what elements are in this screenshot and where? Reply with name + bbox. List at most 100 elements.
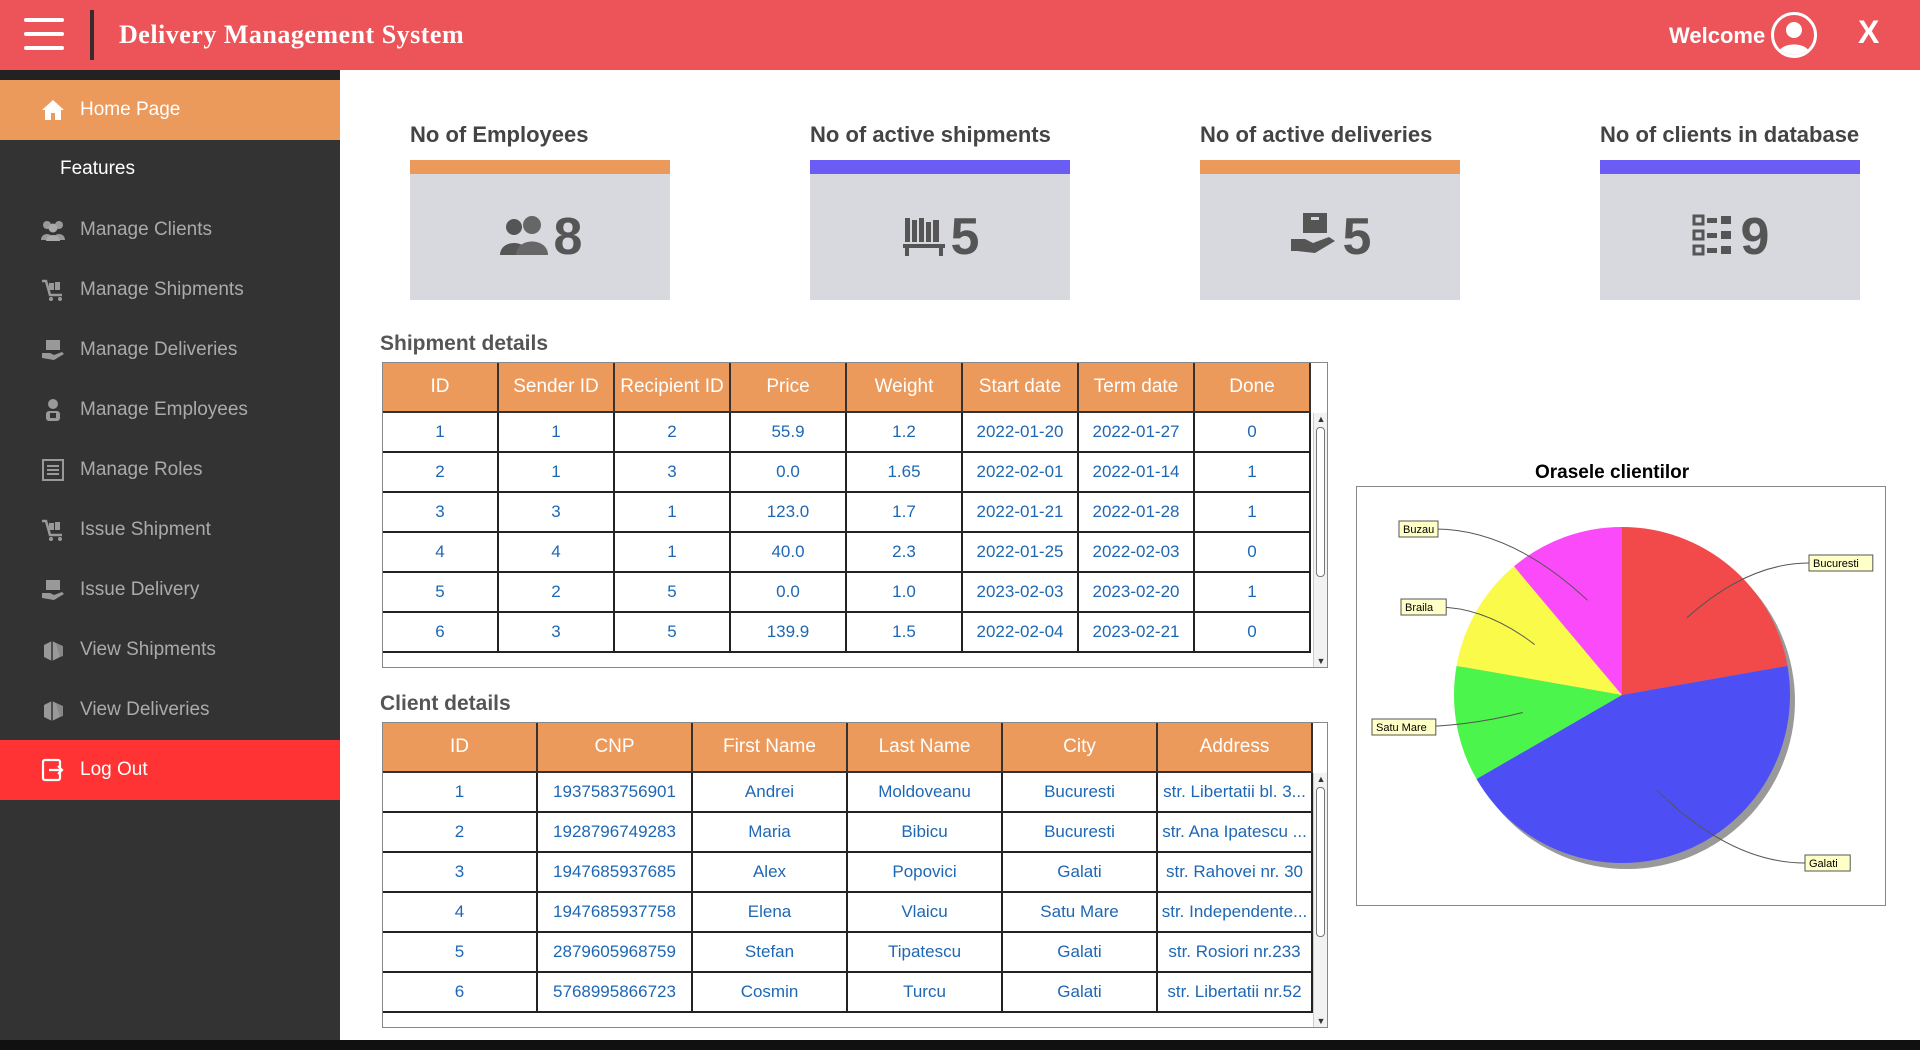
column-header[interactable]: Sender ID — [499, 363, 615, 413]
stat-bar — [1600, 160, 1860, 174]
stat-card-employees: 8 — [410, 160, 670, 300]
table-row[interactable]: 6 3 5 139.9 1.5 2022-02-04 2023-02-21 0 — [383, 613, 1311, 653]
table-cell: 5768995866723 — [538, 973, 693, 1013]
stat-bar — [1200, 160, 1460, 174]
scroll-thumb[interactable] — [1316, 427, 1325, 577]
sidebar-item-manage-shipments[interactable]: Manage Shipments — [0, 260, 340, 320]
table-cell: str. Ana Ipatescu ... — [1158, 813, 1313, 853]
sidebar-item-manage-employees[interactable]: Manage Employees — [0, 380, 340, 440]
employee-icon — [38, 395, 68, 425]
sidebar-item-issue-delivery[interactable]: Issue Delivery — [0, 560, 340, 620]
scroll-down-icon[interactable]: ▼ — [1314, 1015, 1327, 1027]
table-cell: Elena — [693, 893, 848, 933]
stat-bar — [410, 160, 670, 174]
table-cell: 6 — [383, 613, 499, 653]
sidebar-item-manage-clients[interactable]: Manage Clients — [0, 200, 340, 260]
table-cell: 4 — [383, 533, 499, 573]
stat-title-employees: No of Employees — [410, 122, 589, 147]
close-button[interactable]: X — [1858, 14, 1879, 51]
scroll-down-icon[interactable]: ▼ — [1314, 655, 1327, 667]
table-cell: 2023-02-20 — [1079, 573, 1195, 613]
client-table[interactable]: ID CNP First Name Last Name City Address 1 193… — [382, 722, 1328, 1028]
table-cell: 1 — [1195, 573, 1311, 613]
table-row[interactable]: 4 4 1 40.0 2.3 2022-01-25 2022-02-03 0 — [383, 533, 1311, 573]
table-row[interactable]: 5 2 5 0.0 1.0 2023-02-03 2023-02-20 1 — [383, 573, 1311, 613]
stat-value: 9 — [1740, 208, 1770, 266]
sidebar-item-label: View Shipments — [80, 639, 216, 660]
sidebar-item-issue-shipment[interactable]: Issue Shipment — [0, 500, 340, 560]
sidebar-item-view-deliveries[interactable]: View Deliveries — [0, 680, 340, 740]
table-cell: 5 — [615, 613, 731, 653]
table-cell: 0 — [1195, 533, 1311, 573]
home-icon — [38, 95, 68, 125]
pie-label: Galati — [1809, 858, 1838, 870]
table-cell: Satu Mare — [1003, 893, 1158, 933]
column-header[interactable]: CNP — [538, 723, 693, 773]
users-icon — [38, 215, 68, 245]
table-row[interactable]: 6 5768995866723 Cosmin Turcu Galati str. Libe… — [383, 973, 1313, 1013]
table-cell: str. Libertatii bl. 3... — [1158, 773, 1313, 813]
table-cell: 1.7 — [847, 493, 963, 533]
table-scrollbar[interactable]: ▲ ▼ — [1313, 413, 1327, 667]
table-cell: 5 — [383, 573, 499, 613]
table-cell: 0 — [1195, 413, 1311, 453]
table-row[interactable]: 1 1937583756901 Andrei Moldoveanu Bucuresti s… — [383, 773, 1313, 813]
column-header[interactable]: Weight — [847, 363, 963, 413]
table-cell: 1937583756901 — [538, 773, 693, 813]
sidebar-item-label: Issue Delivery — [80, 579, 200, 600]
table-cell: Bucuresti — [1003, 773, 1158, 813]
shipment-table[interactable]: ID Sender ID Recipient ID Price Weight Start … — [382, 362, 1328, 668]
stat-card-clients: 9 — [1600, 160, 1860, 300]
table-cell: 3 — [499, 493, 615, 533]
scroll-up-icon[interactable]: ▲ — [1314, 773, 1327, 785]
table-row[interactable]: 1 1 2 55.9 1.2 2022-01-20 2022-01-27 0 — [383, 413, 1311, 453]
pie-chart: Bucuresti Galati Satu Mare Braila Buzau — [1356, 486, 1886, 906]
table-row[interactable]: 4 1947685937758 Elena Vlaicu Satu Mare str. I… — [383, 893, 1313, 933]
sidebar-item-label: Manage Shipments — [80, 279, 244, 300]
welcome-label: Welcome — [1669, 23, 1766, 48]
column-header[interactable]: Start date — [963, 363, 1079, 413]
table-cell: 1.2 — [847, 413, 963, 453]
hand-box-icon — [1289, 211, 1339, 264]
scroll-thumb[interactable] — [1316, 787, 1325, 937]
sidebar-item-label: View Deliveries — [80, 699, 210, 720]
column-header[interactable]: ID — [383, 723, 538, 773]
sidebar-item-manage-deliveries[interactable]: Manage Deliveries — [0, 320, 340, 380]
table-row[interactable]: 2 1928796749283 Maria Bibicu Bucuresti str. A… — [383, 813, 1313, 853]
column-header[interactable]: Price — [731, 363, 847, 413]
table-cell: 1.5 — [847, 613, 963, 653]
menu-icon[interactable] — [24, 18, 64, 50]
table-cell: 4 — [499, 533, 615, 573]
sidebar-item-log-out[interactable]: Log Out — [0, 740, 340, 800]
column-header[interactable]: Address — [1158, 723, 1313, 773]
table-row[interactable]: 3 1947685937685 Alex Popovici Galati str. Rah… — [383, 853, 1313, 893]
sidebar-item-view-shipments[interactable]: View Shipments — [0, 620, 340, 680]
table-cell: str. Libertatii nr.52 — [1158, 973, 1313, 1013]
column-header[interactable]: Recipient ID — [615, 363, 731, 413]
sidebar-item-home-page[interactable]: Home Page — [0, 80, 340, 140]
table-cell: 2022-02-01 — [963, 453, 1079, 493]
column-header[interactable]: Term date — [1079, 363, 1195, 413]
group-icon — [498, 213, 550, 262]
column-header[interactable]: City — [1003, 723, 1158, 773]
table-row[interactable]: 3 3 1 123.0 1.7 2022-01-21 2022-01-28 1 — [383, 493, 1311, 533]
column-header[interactable]: First Name — [693, 723, 848, 773]
column-header[interactable]: ID — [383, 363, 499, 413]
table-row[interactable]: 2 1 3 0.0 1.65 2022-02-01 2022-01-14 1 — [383, 453, 1311, 493]
table-scrollbar[interactable]: ▲ ▼ — [1313, 773, 1327, 1027]
delivery-icon — [38, 575, 68, 605]
pie-chart-svg: Bucuresti Galati Satu Mare Braila Buzau — [1371, 520, 1874, 872]
stat-title-deliveries: No of active deliveries — [1200, 122, 1433, 147]
table-row[interactable]: 5 2879605968759 Stefan Tipatescu Galati str. … — [383, 933, 1313, 973]
table-cell: 2023-02-21 — [1079, 613, 1195, 653]
scroll-up-icon[interactable]: ▲ — [1314, 413, 1327, 425]
column-header[interactable]: Last Name — [848, 723, 1003, 773]
chart-title: Orasele clientilor — [1535, 462, 1690, 483]
user-avatar-icon[interactable] — [1771, 12, 1817, 58]
column-header[interactable]: Done — [1195, 363, 1311, 413]
sidebar-item-manage-roles[interactable]: Manage Roles — [0, 440, 340, 500]
list-icon — [38, 455, 68, 485]
table-cell: Galati — [1003, 933, 1158, 973]
table-cell: 2022-01-25 — [963, 533, 1079, 573]
table-cell: 1 — [383, 773, 538, 813]
